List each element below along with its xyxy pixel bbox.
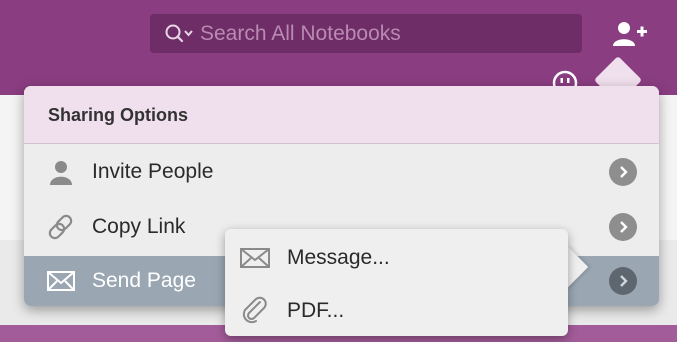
chevron-right-icon[interactable]: [609, 157, 637, 186]
submenu-item-message[interactable]: Message...: [225, 233, 568, 283]
envelope-icon: [46, 266, 76, 296]
add-user-button[interactable]: [608, 18, 652, 50]
send-page-submenu: Message... PDF...: [225, 229, 568, 336]
title-bar: Search All Notebooks: [0, 0, 677, 95]
paperclip-icon: [237, 296, 273, 326]
popover-header: Sharing Options: [24, 86, 659, 144]
send-page-label: Send Page: [92, 269, 196, 292]
submenu-item-pdf[interactable]: PDF...: [225, 286, 568, 336]
copy-link-label: Copy Link: [92, 214, 186, 238]
chevron-right-icon[interactable]: [609, 267, 637, 295]
add-user-icon: [613, 22, 647, 46]
invite-people-label: Invite People: [92, 159, 214, 183]
pdf-label: PDF...: [287, 299, 345, 322]
person-icon: [46, 157, 76, 187]
link-icon: [46, 212, 76, 242]
menu-item-invite-people[interactable]: Invite People: [24, 144, 659, 199]
search-placeholder: Search All Notebooks: [200, 21, 401, 45]
envelope-icon: [237, 243, 273, 273]
message-label: Message...: [287, 246, 390, 269]
popover-title: Sharing Options: [48, 105, 189, 125]
search-field[interactable]: Search All Notebooks: [150, 14, 582, 53]
chevron-right-icon[interactable]: [609, 212, 637, 241]
search-icon[interactable]: [164, 22, 196, 46]
